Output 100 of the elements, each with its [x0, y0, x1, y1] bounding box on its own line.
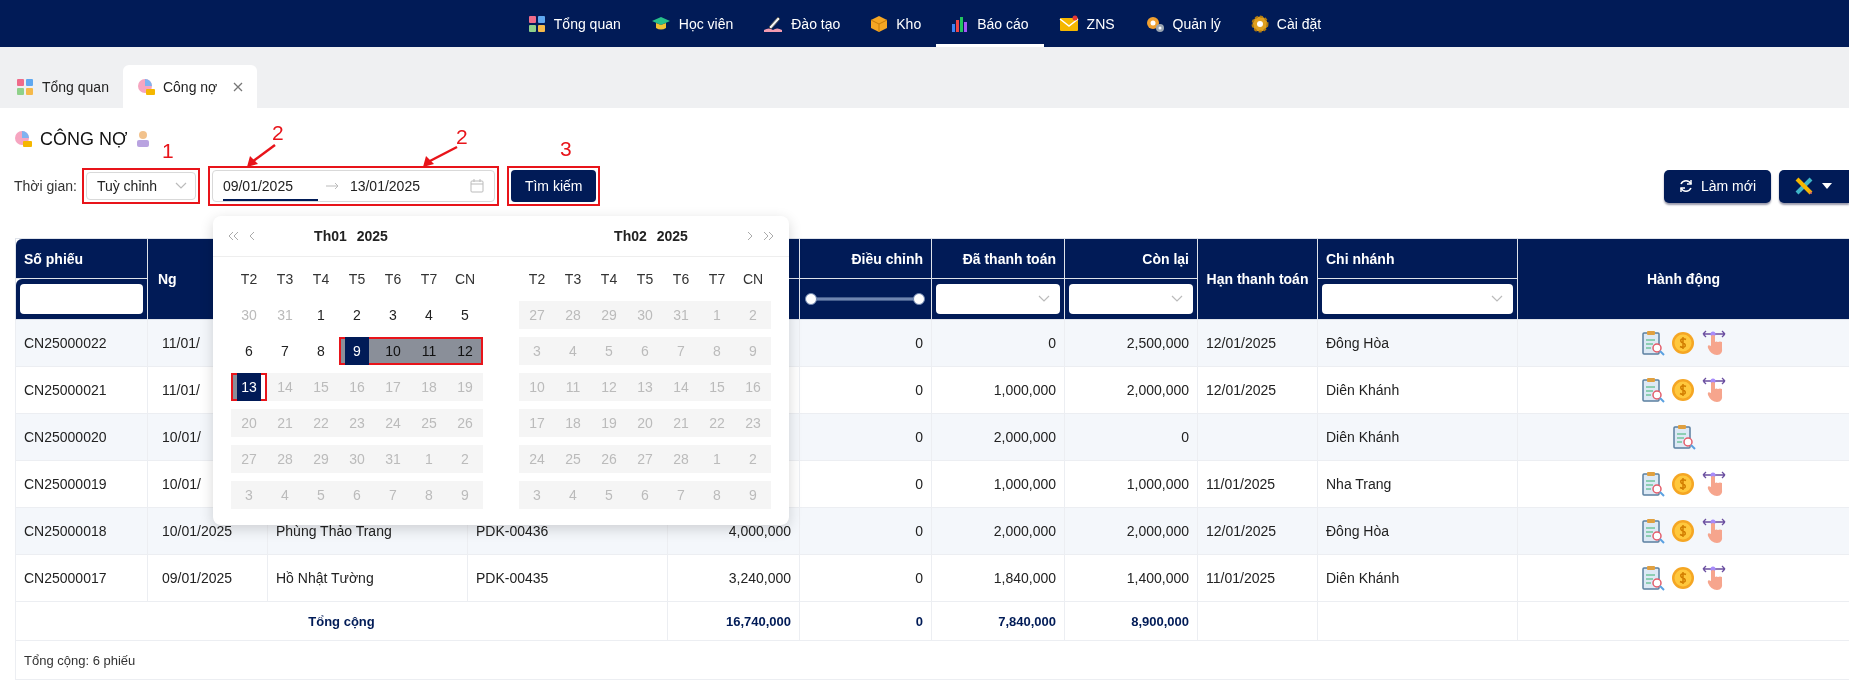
field-label: Thời gian: [14, 178, 77, 194]
weekday-label: T4 [599, 270, 619, 289]
calendar-day[interactable]: 5 [447, 301, 483, 329]
end-date[interactable]: 13/01/2025 [349, 171, 445, 201]
year-label[interactable]: 2025 [356, 228, 388, 244]
calendar-day: 11 [555, 373, 591, 401]
calendar-day[interactable]: 6 [231, 337, 267, 365]
calendar-day[interactable]: 13 [231, 373, 267, 401]
nav-item[interactable]: ZNS [1043, 0, 1130, 47]
year-label[interactable]: 2025 [656, 228, 688, 244]
calendar-day[interactable]: 11 [411, 337, 447, 365]
calendar-day[interactable]: 10 [375, 337, 411, 365]
calendar-day[interactable]: 12 [447, 337, 483, 365]
callout-number: 2 [456, 126, 468, 147]
calendar-day: 23 [735, 409, 771, 437]
chevron-right-icon [747, 231, 753, 241]
calendar-day[interactable]: 9 [339, 337, 375, 365]
range-slider[interactable] [804, 292, 926, 306]
month-label[interactable]: Th01 [314, 228, 347, 244]
calendar-day: 13 [627, 373, 663, 401]
dollar-coin-icon[interactable] [1670, 378, 1695, 402]
close-icon[interactable] [233, 81, 244, 92]
calendar-day: 9 [735, 481, 771, 509]
clipboard-search-icon[interactable] [1640, 330, 1665, 356]
calendar-day: 7 [663, 481, 699, 509]
clipboard-search-icon[interactable] [1640, 377, 1665, 403]
calendar-day: 22 [303, 409, 339, 437]
nav-item[interactable]: Kho [855, 0, 937, 47]
calendar-day: 18 [555, 409, 591, 437]
table-cell: Diên Khánh [1326, 570, 1400, 586]
table-cell: PDK-00436 [476, 523, 549, 539]
chevron-down-icon [1491, 295, 1503, 303]
calendar-day: 29 [591, 301, 627, 329]
weekday-label: T7 [419, 270, 439, 289]
calendar-day: 25 [411, 409, 447, 437]
calendar-day[interactable]: 1 [303, 301, 339, 329]
calendar-day: 23 [339, 409, 375, 437]
calendar-day[interactable]: 8 [303, 337, 339, 365]
nav-item[interactable]: Tổng quan [512, 0, 636, 47]
callout-number: 2 [272, 122, 284, 143]
calendar-day: 3 [519, 337, 555, 365]
nav-item[interactable]: Quản lý [1129, 0, 1236, 47]
table-cell: 1,000,000 [993, 476, 1056, 492]
tools-dropdown-button[interactable] [1779, 169, 1849, 203]
calendar-day[interactable]: 3 [375, 301, 411, 329]
calendar-day: 8 [699, 481, 735, 509]
swipe-hand-icon[interactable] [1700, 565, 1727, 591]
calendar-day: 15 [303, 373, 339, 401]
clipboard-search-icon[interactable] [1640, 565, 1665, 591]
calendar-day: 19 [591, 409, 627, 437]
clipboard-search-icon[interactable] [1640, 471, 1665, 497]
tab[interactable]: Tổng quan [2, 65, 123, 108]
calendar-day: 22 [699, 409, 735, 437]
nav-item[interactable]: Cài đặt [1235, 0, 1337, 47]
start-date[interactable]: 09/01/2025 [222, 171, 318, 201]
calendar-day: 31 [663, 301, 699, 329]
calendar-day: 6 [627, 337, 663, 365]
swipe-hand-icon[interactable] [1700, 377, 1727, 403]
swipe-hand-icon[interactable] [1700, 330, 1727, 356]
filter-input[interactable] [20, 284, 143, 314]
refresh-button[interactable]: Làm mới [1663, 169, 1771, 203]
swipe-hand-icon[interactable] [1700, 471, 1727, 497]
total-value: 8,900,000 [1131, 613, 1189, 629]
calendar-day: 12 [591, 373, 627, 401]
weekday-label: T4 [311, 270, 331, 289]
calendar-day: 24 [519, 445, 555, 473]
calendar-day: 19 [447, 373, 483, 401]
calendar-day[interactable]: 2 [339, 301, 375, 329]
table-cell: 12/01/2025 [1206, 523, 1277, 539]
table-cell: CN25000017 [24, 570, 107, 586]
weekday-label: T5 [635, 270, 655, 289]
dollar-coin-icon[interactable] [1670, 566, 1695, 590]
table-cell: 2,000,000 [993, 429, 1056, 445]
clipboard-search-icon[interactable] [1640, 518, 1665, 544]
clipboard-search-icon[interactable] [1671, 424, 1696, 450]
search-button[interactable]: Tìm kiếm [510, 170, 597, 202]
dollar-coin-icon[interactable] [1670, 472, 1695, 496]
tab[interactable]: Công nợ [122, 65, 258, 108]
table-cell: 11/01/2025 [1206, 570, 1276, 586]
calendar-day[interactable]: 7 [267, 337, 303, 365]
table-cell: 12/01/2025 [1206, 382, 1277, 398]
month-label[interactable]: Th02 [614, 228, 647, 244]
calendar-day: 1 [411, 445, 447, 473]
pencil-book-icon [763, 14, 784, 33]
dollar-coin-icon[interactable] [1670, 331, 1695, 355]
table-cell: PDK-00435 [476, 570, 549, 586]
nav-item[interactable]: Học viên [635, 0, 749, 47]
swipe-hand-icon[interactable] [1700, 518, 1727, 544]
calendar-day: 4 [555, 481, 591, 509]
column-header: Còn lại [1142, 250, 1189, 267]
dollar-coin-icon[interactable] [1670, 519, 1695, 543]
table-cell: Diên Khánh [1326, 429, 1400, 445]
calendar-day: 2 [735, 445, 771, 473]
pie-coins-icon [136, 77, 155, 96]
table-cell: Diên Khánh [1326, 382, 1400, 398]
period-select[interactable]: Tuỳ chỉnh [85, 172, 196, 200]
calendar-day[interactable]: 4 [411, 301, 447, 329]
table-cell: 2,000,000 [1126, 382, 1189, 398]
nav-item[interactable]: Đào tạo [748, 0, 856, 47]
date-range-field[interactable]: 09/01/2025 13/01/2025 [211, 170, 495, 202]
